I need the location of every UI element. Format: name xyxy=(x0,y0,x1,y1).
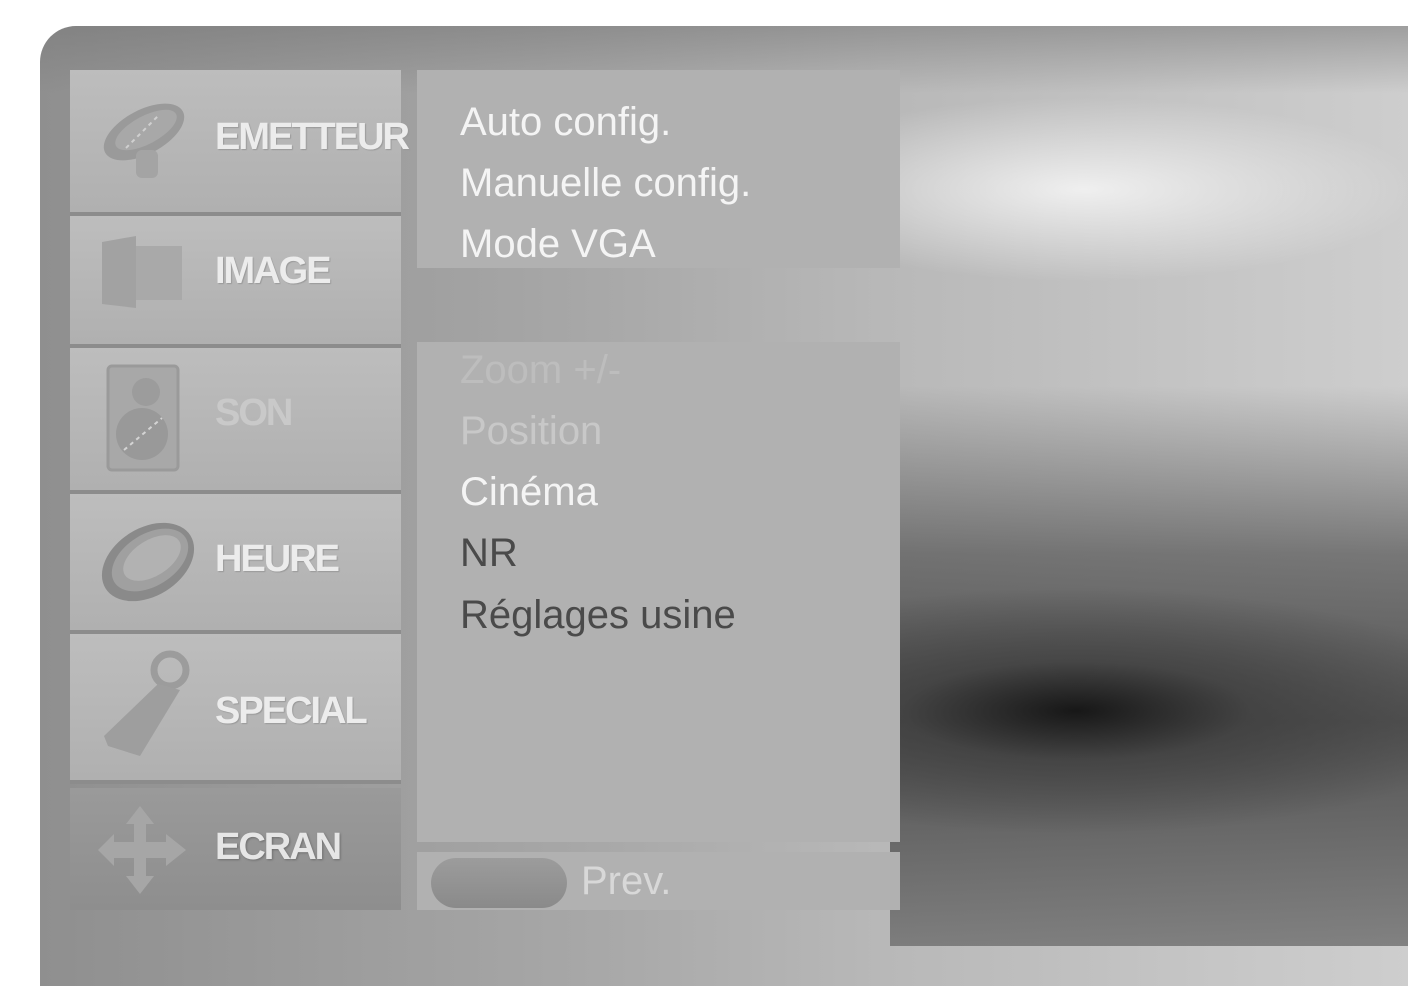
screen-icon xyxy=(102,236,182,308)
menu-label: IMAGE xyxy=(215,250,332,292)
prev-button[interactable] xyxy=(431,858,567,908)
menu-item-son[interactable]: SON xyxy=(70,348,401,494)
menu-label: EMETTEUR xyxy=(215,116,410,158)
menu-item-image[interactable]: IMAGE xyxy=(70,216,401,348)
submenu-panel: Zoom +/- Position Cinéma NR Réglages usi… xyxy=(417,342,900,842)
osd-menu-frame: EMETTEUR IMAGE SON HEURE SPECIAL ECRAN A… xyxy=(40,26,1408,986)
footer-bar: Prev. xyxy=(417,852,900,910)
menu-item-emetteur[interactable]: EMETTEUR xyxy=(70,70,410,216)
menu-label: SPECIAL xyxy=(215,690,368,732)
frame-highlight xyxy=(860,86,1408,316)
move-arrows-icon xyxy=(98,806,186,894)
submenu-item-cinema[interactable]: Cinéma xyxy=(460,470,598,515)
submenu-top-panel: Auto config. Manuelle config. Mode VGA xyxy=(417,70,900,268)
menu-item-ecran[interactable]: ECRAN xyxy=(70,788,401,910)
submenu-item-manual-config[interactable]: Manuelle config. xyxy=(460,161,751,206)
menu-label: ECRAN xyxy=(215,826,342,868)
submenu-item-auto-config[interactable]: Auto config. xyxy=(460,100,671,145)
clock-icon xyxy=(101,522,195,602)
menu-label: HEURE xyxy=(215,538,340,580)
satellite-dish-icon xyxy=(103,103,185,178)
submenu-item-nr[interactable]: NR xyxy=(460,531,518,576)
menu-label: SON xyxy=(215,392,293,434)
speaker-icon xyxy=(106,364,180,472)
prev-label: Prev. xyxy=(581,859,672,903)
submenu-item-vga-mode[interactable]: Mode VGA xyxy=(460,222,656,267)
menu-item-special[interactable]: SPECIAL xyxy=(70,634,401,784)
frame-shadow xyxy=(890,386,1408,946)
submenu-item-zoom[interactable]: Zoom +/- xyxy=(460,348,621,393)
submenu-item-position[interactable]: Position xyxy=(460,409,602,454)
key-icon xyxy=(104,650,190,756)
menu-item-heure[interactable]: HEURE xyxy=(70,494,401,634)
submenu-item-factory-reset[interactable]: Réglages usine xyxy=(460,593,736,638)
